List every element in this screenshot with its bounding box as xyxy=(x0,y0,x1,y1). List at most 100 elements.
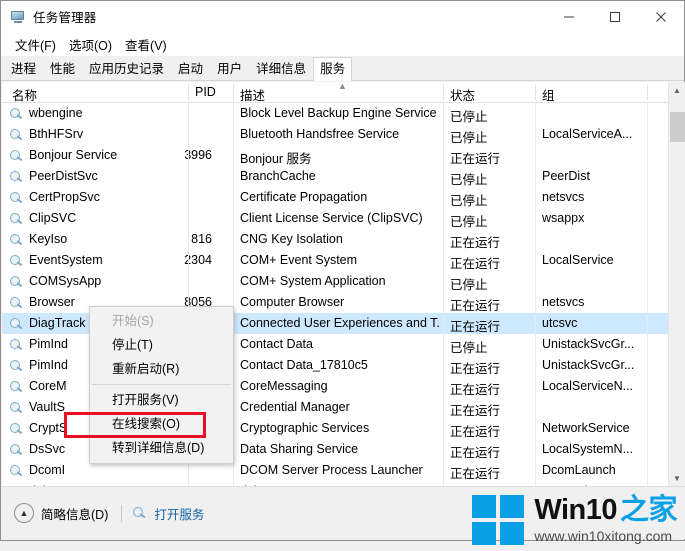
context-menu-item[interactable]: 打开服务(V) xyxy=(90,388,233,412)
cell-name: DiagTrack xyxy=(29,316,86,330)
fewer-details-button[interactable]: ▲ 简略信息(D) xyxy=(14,503,108,523)
cell-name: KeyIso xyxy=(29,232,68,246)
cell-group: LocalSystemN... xyxy=(542,442,634,456)
cell-status: 正在运行 xyxy=(450,152,501,166)
service-gear-icon xyxy=(10,212,24,225)
cell-name: BthHFSrv xyxy=(29,127,84,141)
service-gear-icon xyxy=(10,107,24,120)
cell-status: 正在运行 xyxy=(450,383,501,397)
cell-name: COMSysApp xyxy=(29,274,102,288)
open-services-label: 打开服务 xyxy=(154,507,205,522)
column-header-description[interactable]: 描述 xyxy=(240,85,265,104)
window-title: 任务管理器 xyxy=(33,11,97,25)
tab-services[interactable]: 服务 xyxy=(313,57,353,81)
cell-status: 正在运行 xyxy=(450,467,501,481)
cell-status: 正在运行 xyxy=(450,257,501,271)
service-gear-icon xyxy=(10,233,24,246)
cell-description: Data Sharing Service xyxy=(240,442,359,456)
service-gear-icon xyxy=(10,338,24,351)
tab-processes[interactable]: 进程 xyxy=(4,57,43,81)
cell-group: LocalService xyxy=(542,253,614,267)
column-header-name[interactable]: 名称 xyxy=(12,85,37,104)
cell-description: Computer Browser xyxy=(240,295,345,309)
tab-app-history[interactable]: 应用历史记录 xyxy=(82,57,171,81)
scroll-up-arrow-icon[interactable]: ▲ xyxy=(669,82,685,99)
cell-name: PimInd xyxy=(29,358,68,372)
menu-item-view[interactable]: 查看(V) xyxy=(119,33,174,56)
cell-name: DsSvc xyxy=(29,442,66,456)
cell-name: PimInd xyxy=(29,337,68,351)
cell-group: netsvcs xyxy=(542,190,585,204)
context-menu-item: 开始(S) xyxy=(112,314,154,328)
close-button[interactable] xyxy=(638,1,684,32)
minimize-button[interactable] xyxy=(546,1,592,32)
cell-group: LocalServiceA... xyxy=(542,127,633,141)
status-divider xyxy=(121,504,123,522)
table-row[interactable]: ClipSVC Client License Service (ClipSVC) 已… xyxy=(2,208,685,229)
cell-name: EventSystem xyxy=(29,253,103,267)
table-row[interactable]: wbengine Block Level Backup Engine Servic… xyxy=(2,103,685,124)
cell-name: PeerDistSvc xyxy=(29,169,98,183)
service-context-menu[interactable]: 开始(S) 停止(T) 重新启动(R) 打开服务(V) 在线搜索(O) 转到详细信息(D) xyxy=(89,306,234,464)
scrollbar-thumb[interactable] xyxy=(670,112,685,142)
tab-startup[interactable]: 启动 xyxy=(171,57,210,81)
cell-name: Bonjour Service xyxy=(29,148,118,162)
maximize-button[interactable] xyxy=(592,1,638,32)
service-gear-icon xyxy=(10,191,24,204)
context-menu-item[interactable]: 在线搜索(O) xyxy=(90,412,233,436)
cell-name: VaultS xyxy=(29,400,65,414)
vertical-scrollbar[interactable]: ▲ ▼ xyxy=(668,82,685,487)
cell-description: DCOM Server Process Launcher xyxy=(240,463,423,477)
cell-description: COM+ Event System xyxy=(240,253,358,267)
service-gear-icon xyxy=(10,128,24,141)
context-menu-item[interactable]: 转到详细信息(D) xyxy=(90,436,233,460)
window-controls xyxy=(546,1,684,32)
cell-description: Bluetooth Handsfree Service xyxy=(240,127,400,141)
cell-description: Contact Data xyxy=(240,337,313,351)
table-row[interactable]: BthHFSrv Bluetooth Handsfree Service 已停止 Lo… xyxy=(2,124,685,145)
cell-name: DcomI xyxy=(29,463,66,477)
tab-strip: 进程 性能 应用历史记录 启动 用户 详细信息 服务 xyxy=(1,56,684,81)
column-header-status[interactable]: 状态 xyxy=(450,85,475,104)
menu-bar: 文件(F) 选项(O) 查看(V) xyxy=(1,32,684,56)
cell-description: Cryptographic Services xyxy=(240,421,370,435)
table-row[interactable]: Bonjour Service 3996 Bonjour 服务 正在运行 xyxy=(2,145,685,166)
table-row[interactable]: PeerDistSvc BranchCache 已停止 PeerDist xyxy=(2,166,685,187)
cell-status: 已停止 xyxy=(450,278,488,292)
service-gear-icon xyxy=(10,275,24,288)
tab-details[interactable]: 详细信息 xyxy=(249,57,313,81)
cell-status: 正在运行 xyxy=(450,425,501,439)
tab-users[interactable]: 用户 xyxy=(210,57,249,81)
watermark-brand-cn: 之家 xyxy=(619,494,678,526)
context-menu-item[interactable]: 停止(T) xyxy=(90,333,233,357)
screenshot-root: 任务管理器 文件(F) 选项(O) 查看(V) 进程 性能 应用历史记录 启动 … xyxy=(0,0,685,551)
column-header-group[interactable]: 组 xyxy=(542,85,555,104)
tab-performance[interactable]: 性能 xyxy=(43,57,82,81)
service-gear-icon xyxy=(10,296,24,309)
windows-logo-icon xyxy=(472,495,525,545)
table-row[interactable]: CertPropSvc Certificate Propagation 已停止 net… xyxy=(2,187,685,208)
column-header-pid[interactable]: PID xyxy=(195,85,216,99)
table-row[interactable]: KeyIso 816 CNG Key Isolation 正在运行 xyxy=(2,229,685,250)
scroll-down-arrow-icon[interactable]: ▼ xyxy=(669,470,685,487)
watermark-brand-en: Win10 xyxy=(534,494,617,526)
title-bar: 任务管理器 xyxy=(1,1,684,32)
table-row[interactable]: COMSysApp COM+ System Application 已停止 xyxy=(2,271,685,292)
cell-description: Bonjour 服务 xyxy=(240,152,312,166)
cell-status: 已停止 xyxy=(450,341,488,355)
cell-status: 已停止 xyxy=(450,131,488,145)
service-gear-icon xyxy=(10,401,24,414)
table-row[interactable]: EventSystem 2304 COM+ Event System 正在运行 Loca… xyxy=(2,250,685,271)
cell-name: CertPropSvc xyxy=(29,190,100,204)
fewer-details-label: 简略信息(D) xyxy=(41,507,109,522)
task-manager-icon xyxy=(10,9,26,25)
service-gear-icon xyxy=(10,149,24,162)
menu-item-options[interactable]: 选项(O) xyxy=(63,33,119,56)
column-header-row: 名称 PID 描述 状态 组 ▲ xyxy=(2,82,685,103)
context-menu-item[interactable]: 重新启动(R) xyxy=(90,357,233,381)
grid-line xyxy=(535,103,536,487)
menu-item-file[interactable]: 文件(F) xyxy=(9,33,63,56)
open-services-button[interactable]: 打开服务 xyxy=(133,504,204,523)
cell-description: CNG Key Isolation xyxy=(240,232,343,246)
cell-status: 正在运行 xyxy=(450,299,501,313)
